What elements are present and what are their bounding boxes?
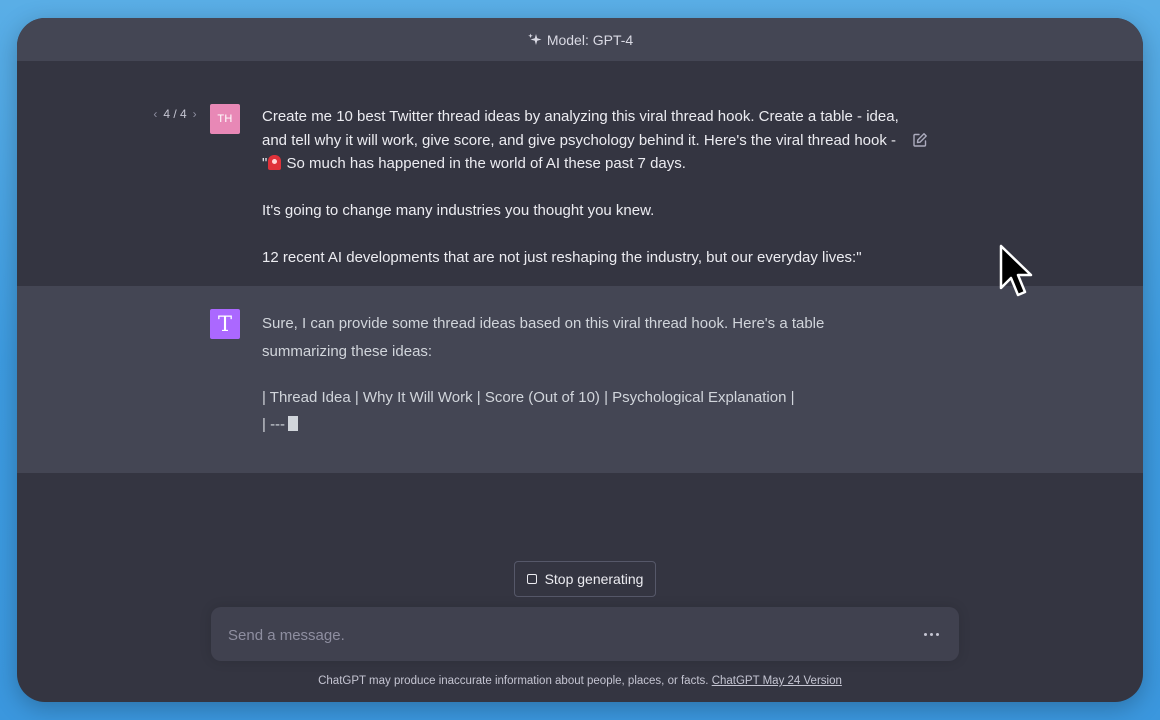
table-header-row: | Thread Idea | Why It Will Work | Score… bbox=[262, 389, 795, 406]
version-link[interactable]: ChatGPT May 24 Version bbox=[712, 675, 842, 687]
loading-dots-icon bbox=[924, 633, 939, 636]
user-message: ‹ 4 / 4 › TH Create me 10 best Twitter t… bbox=[17, 61, 1143, 286]
chat-window: Model: GPT-4 ‹ 4 / 4 › TH Create me 10 b… bbox=[17, 18, 1143, 702]
sparkle-icon bbox=[527, 32, 543, 48]
disclaimer-text: ChatGPT may produce inaccurate informati… bbox=[318, 675, 709, 687]
siren-emoji-icon bbox=[268, 155, 282, 170]
user-message-text: Create me 10 best Twitter thread ideas b… bbox=[262, 105, 902, 270]
user-paragraph-1: Create me 10 best Twitter thread ideas b… bbox=[262, 108, 899, 172]
user-paragraph-3: 12 recent AI developments that are not j… bbox=[262, 249, 862, 266]
message-pager: ‹ 4 / 4 › bbox=[145, 107, 205, 121]
message-input[interactable] bbox=[226, 607, 890, 663]
model-label: Model: GPT-4 bbox=[546, 31, 634, 48]
stop-generating-label: Stop generating bbox=[544, 571, 644, 587]
user-avatar: TH bbox=[210, 104, 240, 134]
chevron-left-icon[interactable]: ‹ bbox=[153, 107, 157, 121]
typing-cursor bbox=[288, 416, 299, 431]
stop-icon bbox=[526, 574, 537, 584]
stop-generating-button[interactable]: Stop generating bbox=[514, 561, 656, 597]
table-partial-row: | --- bbox=[262, 411, 882, 438]
assistant-message-text: Sure, I can provide some thread ideas ba… bbox=[262, 310, 882, 438]
assistant-avatar: T bbox=[210, 309, 240, 339]
footer-disclaimer: ChatGPT may produce inaccurate informati… bbox=[17, 675, 1143, 687]
user-paragraph-2: It's going to change many industries you… bbox=[262, 202, 655, 219]
mouse-pointer-icon bbox=[999, 244, 1033, 297]
message-input-box bbox=[211, 607, 959, 663]
chevron-right-icon[interactable]: › bbox=[193, 107, 197, 121]
assistant-message: T Sure, I can provide some thread ideas … bbox=[17, 286, 1143, 473]
assistant-intro: Sure, I can provide some thread ideas ba… bbox=[262, 315, 825, 360]
edit-icon[interactable] bbox=[912, 132, 928, 148]
model-header: Model: GPT-4 bbox=[17, 18, 1143, 61]
pager-count: 4 / 4 bbox=[163, 107, 187, 121]
